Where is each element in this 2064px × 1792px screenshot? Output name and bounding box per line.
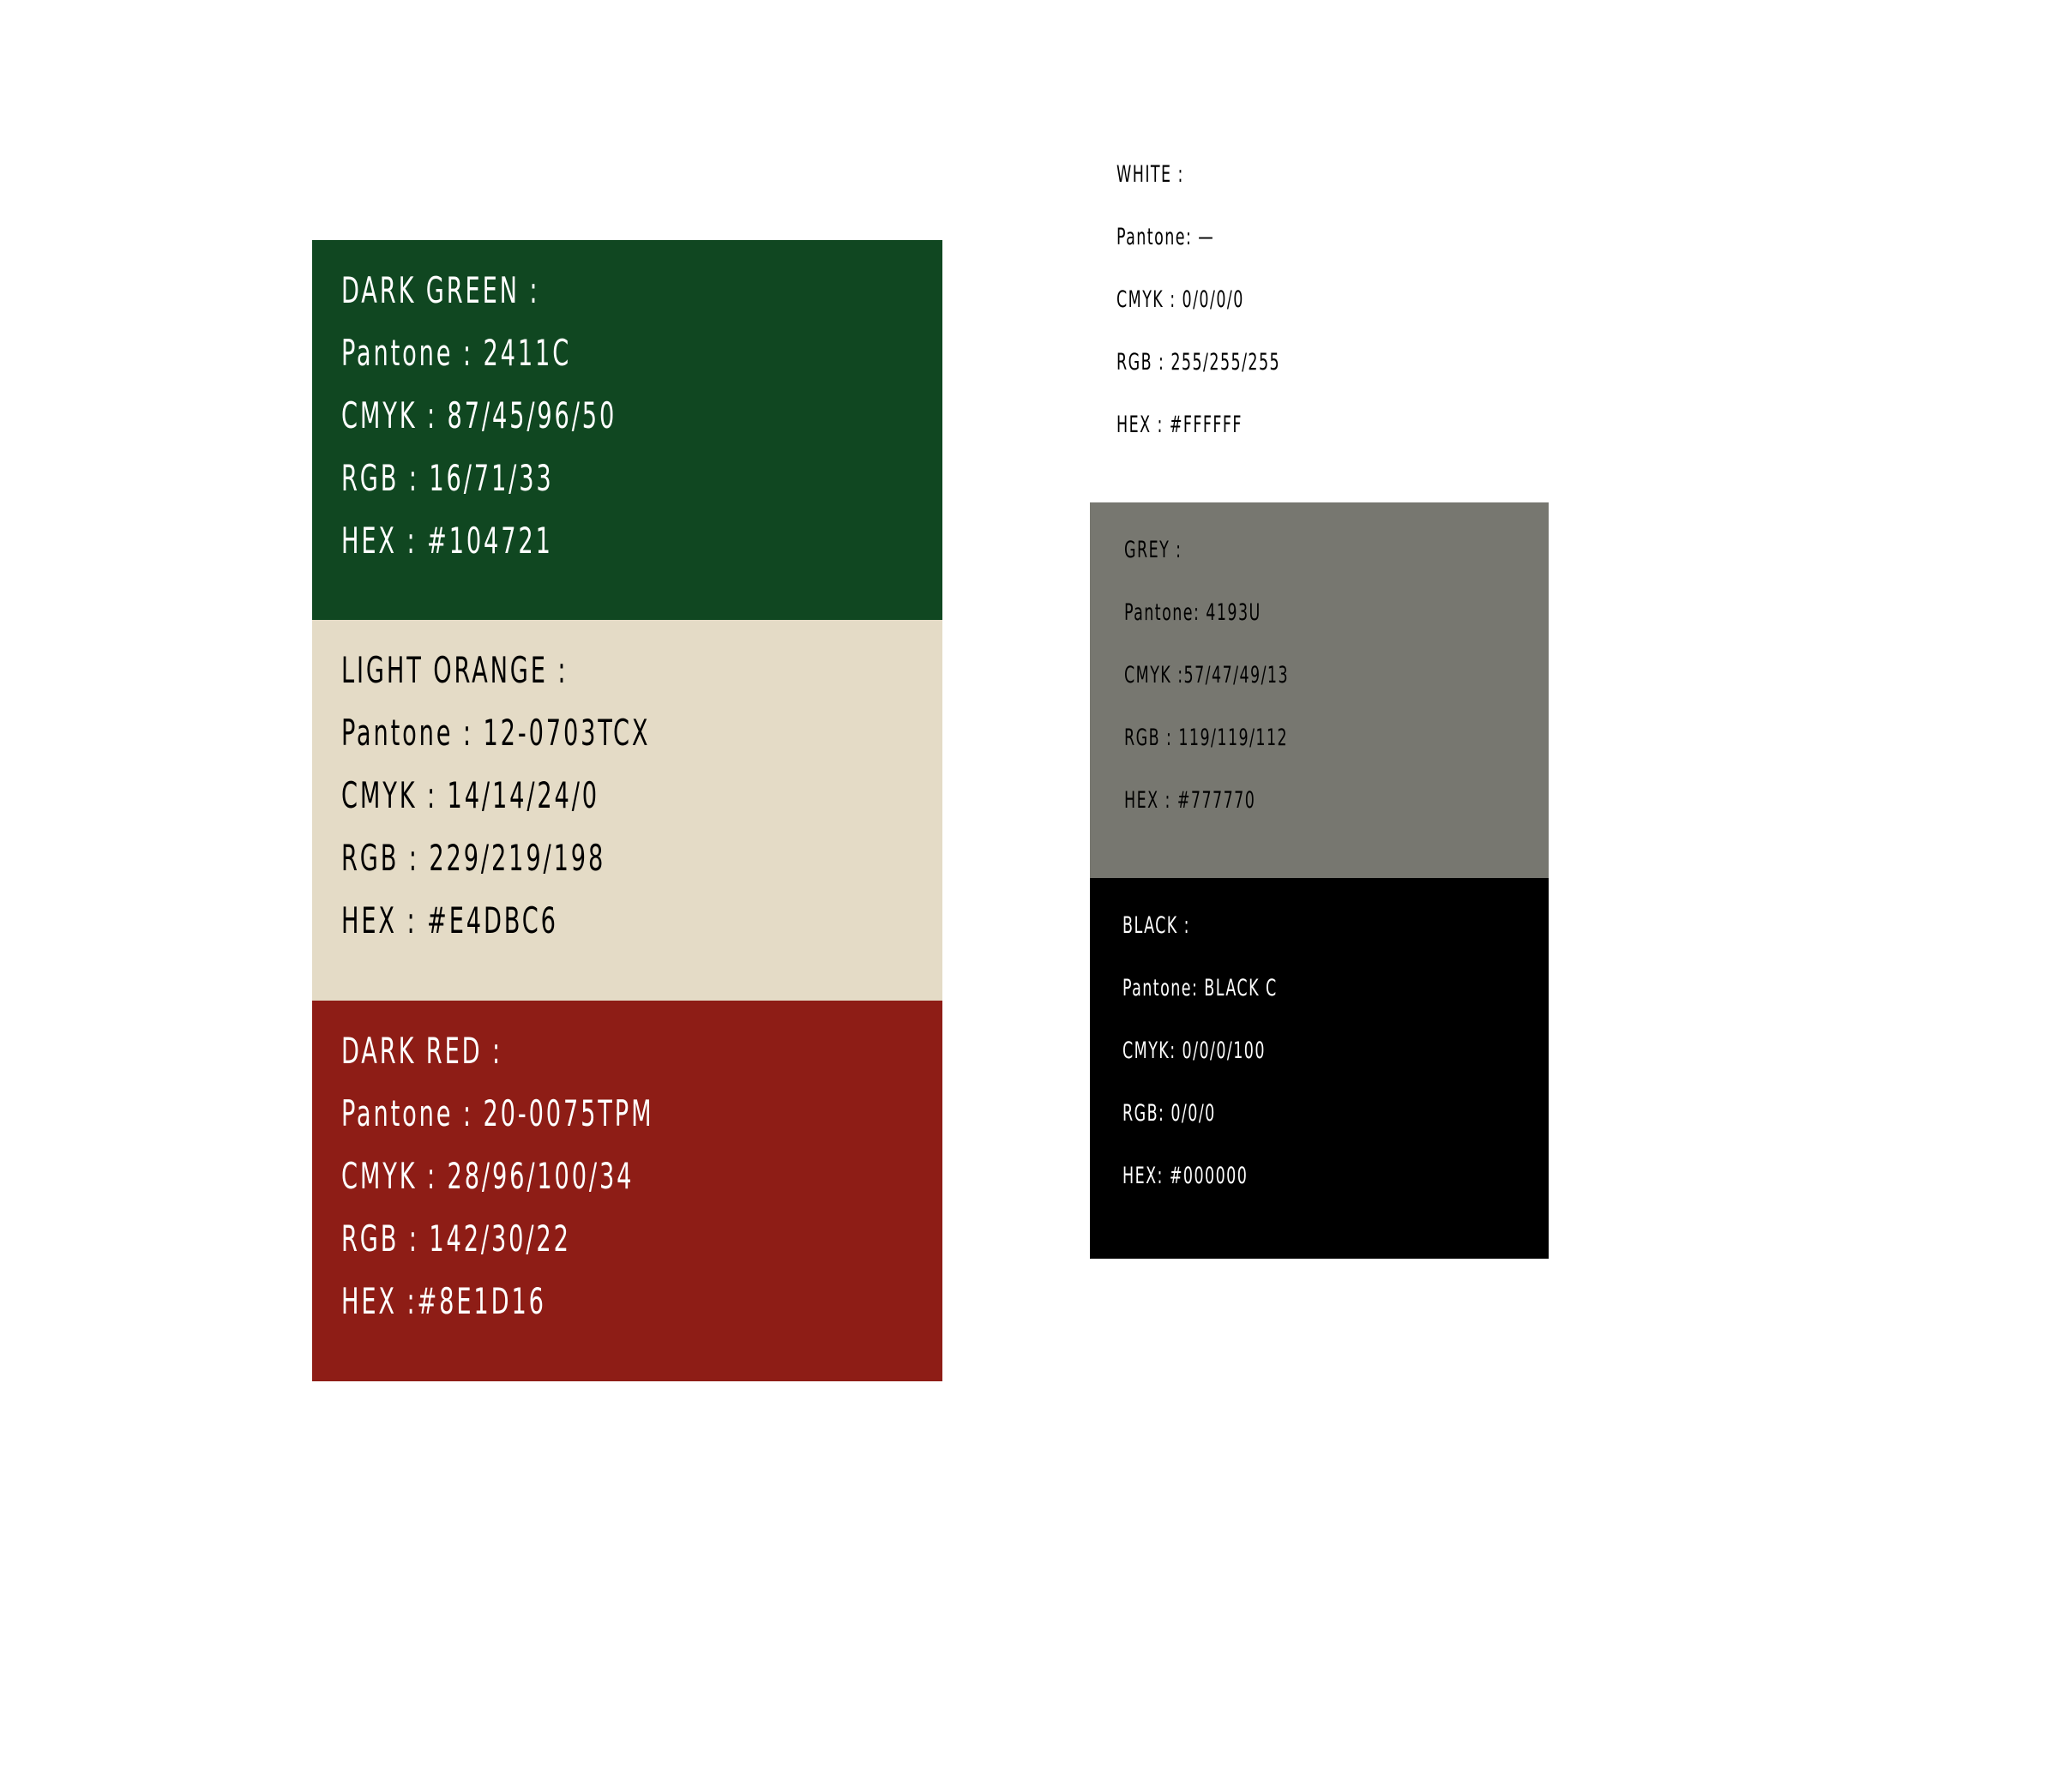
swatch-rgb: RGB : 255/255/255 (1116, 349, 1281, 376)
swatch-pantone: Pantone : 2411C (341, 332, 572, 374)
swatch-cmyk: CMYK : 14/14/24/0 (341, 774, 599, 816)
swatch-pantone: Pantone: BLACK C (1122, 975, 1278, 1001)
swatch-cmyk: CMYK: 0/0/0/100 (1122, 1037, 1266, 1064)
swatch-cmyk: CMYK : 87/45/96/50 (341, 394, 617, 436)
swatch-cmyk: CMYK :57/47/49/13 (1124, 662, 1290, 689)
swatch-name: DARK GREEN : (341, 269, 540, 311)
swatch-name: DARK RED : (341, 1030, 503, 1072)
swatch-black: BLACK : Pantone: BLACK C CMYK: 0/0/0/100… (1090, 878, 1549, 1259)
swatch-pantone: Pantone : 12-0703TCX (341, 712, 651, 754)
swatch-rgb: RGB : 16/71/33 (341, 457, 554, 499)
swatch-hex: HEX : #E4DBC6 (341, 899, 558, 941)
swatch-white: WHITE : Pantone: — CMYK : 0/0/0/0 RGB : … (1090, 127, 1549, 502)
swatch-name: LIGHT ORANGE : (341, 649, 569, 691)
swatch-pantone: Pantone: — (1116, 224, 1215, 250)
swatch-pantone: Pantone : 20-0075TPM (341, 1092, 654, 1134)
swatch-hex: HEX : #FFFFFF (1116, 412, 1243, 438)
swatch-hex: HEX :#8E1D16 (341, 1280, 546, 1322)
swatch-name: WHITE : (1116, 161, 1184, 188)
swatch-name: GREY : (1124, 537, 1182, 563)
swatch-grey: GREY : Pantone: 4193U CMYK :57/47/49/13 … (1090, 502, 1549, 878)
swatch-rgb: RGB : 119/119/112 (1124, 725, 1289, 751)
swatch-dark-red: DARK RED : Pantone : 20-0075TPM CMYK : 2… (312, 1001, 942, 1381)
swatch-rgb: RGB : 229/219/198 (341, 837, 606, 879)
swatch-cmyk: CMYK : 0/0/0/0 (1116, 286, 1244, 313)
swatch-hex: HEX: #000000 (1122, 1163, 1249, 1189)
swatch-hex: HEX : #777770 (1124, 787, 1256, 814)
swatch-hex: HEX : #104721 (341, 520, 553, 562)
swatch-pantone: Pantone: 4193U (1124, 599, 1261, 626)
swatch-light-orange: LIGHT ORANGE : Pantone : 12-0703TCX CMYK… (312, 620, 942, 1001)
swatch-name: BLACK : (1122, 912, 1191, 939)
swatch-cmyk: CMYK : 28/96/100/34 (341, 1155, 635, 1197)
swatch-rgb: RGB: 0/0/0 (1122, 1100, 1216, 1127)
swatch-dark-green: DARK GREEN : Pantone : 2411C CMYK : 87/4… (312, 240, 942, 620)
swatch-rgb: RGB : 142/30/22 (341, 1218, 571, 1260)
